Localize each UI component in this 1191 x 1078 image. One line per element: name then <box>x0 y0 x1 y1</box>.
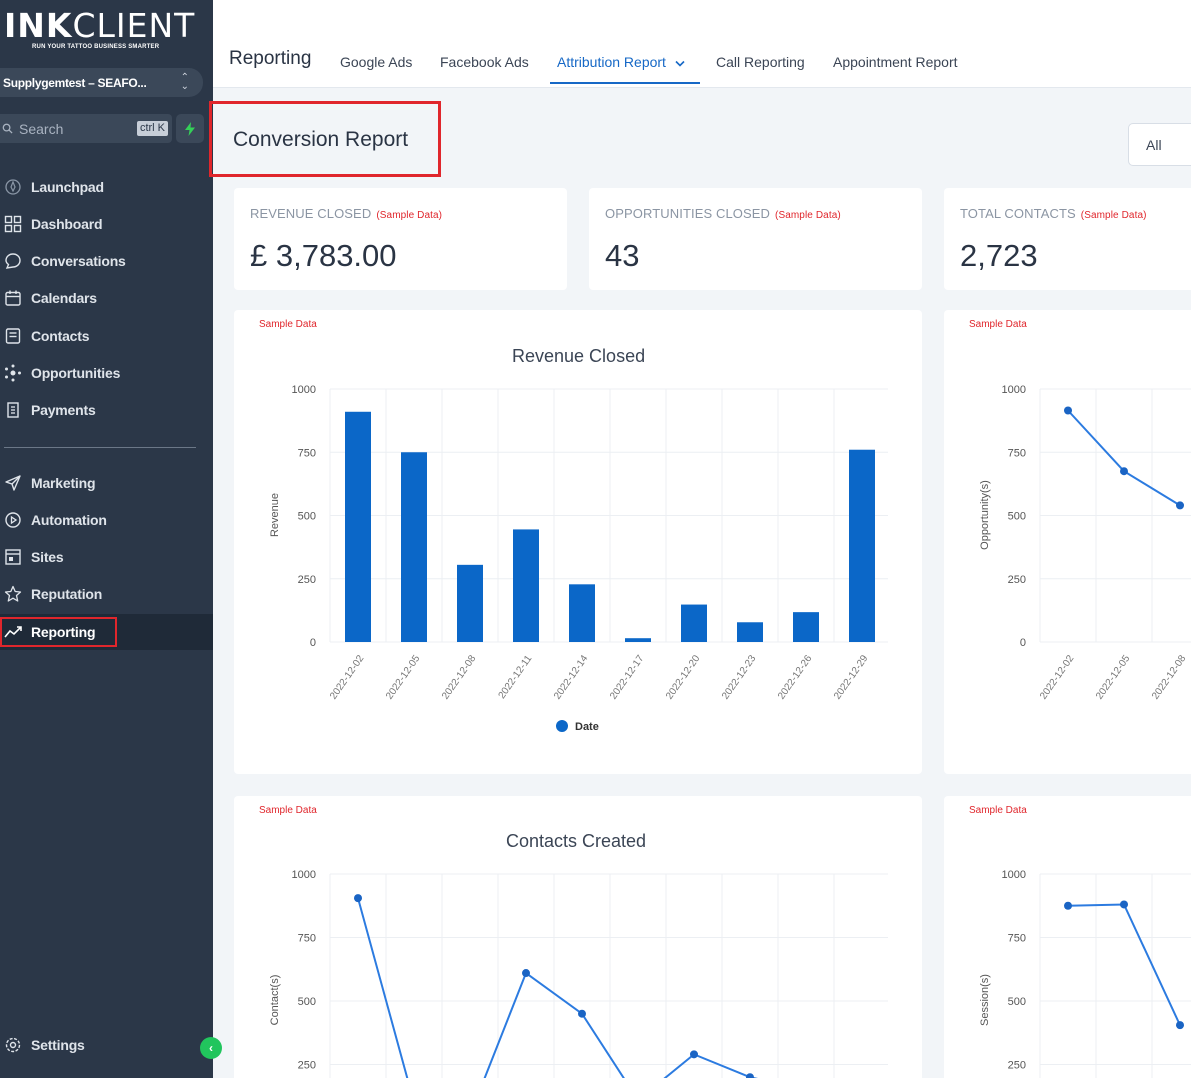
send-icon <box>5 475 21 491</box>
search-icon <box>2 123 13 134</box>
sidebar-item-label: Reputation <box>31 586 103 602</box>
chevron-down-icon <box>675 60 685 67</box>
tab-facebook-ads[interactable]: Facebook Ads <box>440 54 529 70</box>
sidebar-item-automation[interactable]: Automation <box>0 502 213 538</box>
sidebar-item-label: Automation <box>31 512 107 528</box>
sites-icon <box>5 549 21 565</box>
sidebar-divider <box>4 447 196 448</box>
brand-logo[interactable]: INKCLIENT RUN YOUR TATTOO BUSINESS SMART… <box>4 6 196 51</box>
sidebar-item-label: Sites <box>31 549 64 565</box>
stat-card-revenue: REVENUE CLOSED (Sample Data) £ 3,783.00 <box>234 188 567 290</box>
sample-data-tag: Sample Data <box>259 319 317 330</box>
sidebar-item-label: Dashboard <box>31 216 103 232</box>
sample-data-tag: Sample Data <box>969 805 1027 816</box>
title-highlight-box <box>209 101 441 177</box>
sidebar-item-label: Launchpad <box>31 179 104 195</box>
stat-label: TOTAL CONTACTS (Sample Data) <box>960 206 1147 221</box>
chat-icon <box>5 253 21 269</box>
search-shortcut-badge: ctrl K <box>136 121 168 136</box>
chart-card-contacts: Sample Data Contacts Created <box>234 796 922 1078</box>
contacts-icon <box>5 328 21 344</box>
sidebar-item-opportunities[interactable]: Opportunities <box>0 355 213 391</box>
sidebar-item-sites[interactable]: Sites <box>0 539 213 575</box>
payments-icon <box>7 402 19 418</box>
stat-label: REVENUE CLOSED (Sample Data) <box>250 206 442 221</box>
tab-appointment-report[interactable]: Appointment Report <box>833 54 958 70</box>
chart-card-revenue: Sample Data Revenue Closed <box>234 310 922 774</box>
stat-card-contacts: TOTAL CONTACTS (Sample Data) 2,723 <box>944 188 1191 290</box>
sidebar-item-calendars[interactable]: Calendars <box>0 280 213 316</box>
tab-call-reporting[interactable]: Call Reporting <box>716 54 805 70</box>
chart-card-opportunities: Sample Data <box>944 310 1191 774</box>
stat-value: 2,723 <box>960 238 1038 273</box>
tab-attribution-report[interactable]: Attribution Report <box>557 54 685 70</box>
dashboard-icon <box>4 215 22 233</box>
sidebar-item-label: Payments <box>31 402 96 418</box>
sidebar-item-settings[interactable]: Settings <box>0 1027 213 1063</box>
tab-label: Attribution Report <box>557 54 666 70</box>
stat-value: 43 <box>605 238 640 273</box>
tab-google-ads[interactable]: Google Ads <box>340 54 412 70</box>
opportunities-icon <box>5 364 21 382</box>
sample-data-tag: (Sample Data) <box>376 210 443 221</box>
sidebar-item-contacts[interactable]: Contacts <box>0 318 213 354</box>
calendar-icon <box>5 290 21 306</box>
stat-label-text: TOTAL CONTACTS <box>960 206 1076 221</box>
sidebar: INKCLIENT RUN YOUR TATTOO BUSINESS SMART… <box>0 0 222 1078</box>
sidebar-item-marketing[interactable]: Marketing <box>0 465 213 501</box>
chevron-left-icon: ‹ <box>209 1041 213 1055</box>
sidebar-item-label: Contacts <box>31 328 90 344</box>
chart-title: Revenue Closed <box>512 346 646 366</box>
sidebar-item-label: Marketing <box>31 475 96 491</box>
chevron-updown-icon: ⌃ ⌄ <box>180 72 189 92</box>
collapse-sidebar-button[interactable]: ‹ <box>200 1037 222 1059</box>
stat-value: £ 3,783.00 <box>250 238 397 273</box>
stat-label-text: OPPORTUNITIES CLOSED <box>605 206 771 221</box>
stat-label-text: REVENUE CLOSED <box>250 206 372 221</box>
sidebar-item-reputation[interactable]: Reputation <box>0 576 213 612</box>
sample-data-tag: Sample Data <box>259 805 317 816</box>
chart-card-sessions: Sample Data <box>944 796 1191 1078</box>
sample-data-tag: (Sample Data) <box>775 210 841 221</box>
sidebar-item-label: Calendars <box>31 290 97 306</box>
star-icon <box>4 585 22 602</box>
automation-icon <box>5 512 21 528</box>
sample-data-tag: (Sample Data) <box>1080 210 1147 221</box>
sample-data-tag: Sample Data <box>969 319 1027 330</box>
filter-dropdown[interactable]: All <box>1128 123 1191 166</box>
chart-title: Contacts Created <box>506 831 647 851</box>
sidebar-item-conversations[interactable]: Conversations <box>0 243 213 279</box>
search-box[interactable]: ctrl K <box>0 114 172 143</box>
logo-bold-text: INK <box>4 6 73 45</box>
stat-label: OPPORTUNITIES CLOSED (Sample Data) <box>605 206 841 221</box>
search-input[interactable] <box>19 120 129 137</box>
gear-icon <box>5 1037 21 1053</box>
sidebar-item-dashboard[interactable]: Dashboard <box>0 206 213 242</box>
sidebar-item-label: Opportunities <box>31 365 121 381</box>
account-switcher[interactable]: Supplygemtest – SEAFO... ⌃ ⌄ <box>0 68 203 97</box>
active-tab-indicator <box>550 82 700 84</box>
logo-thin-text: CLIENT <box>72 6 196 45</box>
section-title: Reporting <box>229 48 312 69</box>
sidebar-item-label: Conversations <box>31 253 126 269</box>
stat-card-opportunities: OPPORTUNITIES CLOSED (Sample Data) 43 <box>589 188 922 290</box>
rocket-icon <box>5 179 21 195</box>
sidebar-item-launchpad[interactable]: Launchpad <box>0 169 213 205</box>
sidebar-item-label: Settings <box>31 1037 85 1053</box>
lightning-icon <box>185 121 195 136</box>
top-nav-bar: Reporting Google Ads Facebook Ads Attrib… <box>213 0 1191 88</box>
sidebar-item-payments[interactable]: Payments <box>0 392 213 428</box>
reporting-highlight-box <box>0 617 117 647</box>
quick-action-button[interactable] <box>176 114 204 143</box>
account-name: Supplygemtest – SEAFO... <box>3 75 147 90</box>
